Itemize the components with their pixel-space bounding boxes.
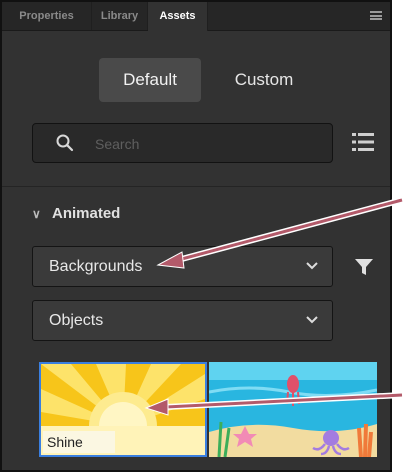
hamburger-menu-icon[interactable]	[370, 11, 382, 20]
subcategory-dropdown[interactable]: Objects	[32, 300, 333, 341]
search-field[interactable]	[32, 123, 333, 163]
tab-library[interactable]: Library	[92, 2, 148, 30]
assets-panel: Properties Library Assets Default Custom…	[0, 0, 392, 472]
filter-icon[interactable]	[354, 257, 374, 277]
asset-thumbnail-shine[interactable]: Shine	[39, 362, 207, 457]
section-divider	[2, 186, 390, 187]
section-title: Animated	[52, 205, 121, 222]
tab-assets[interactable]: Assets	[148, 2, 208, 31]
chevron-down-icon: ∨	[32, 207, 41, 221]
chevron-down-icon	[306, 316, 318, 324]
asset-label: Shine	[43, 431, 115, 453]
subcategory-dropdown-value: Objects	[49, 312, 104, 329]
search-input[interactable]	[93, 132, 317, 156]
asset-thumbnail-underwater[interactable]	[209, 362, 377, 457]
default-toggle-button[interactable]: Default	[99, 58, 201, 102]
panel-tab-bar: Properties Library Assets	[2, 2, 390, 31]
chevron-down-icon	[306, 262, 318, 270]
list-view-icon[interactable]	[351, 131, 375, 153]
underwater-background-image	[209, 362, 377, 457]
animated-section-header[interactable]: ∨ Animated	[32, 204, 120, 224]
category-dropdown[interactable]: Backgrounds	[32, 246, 333, 287]
tab-properties[interactable]: Properties	[2, 2, 92, 30]
custom-toggle-button[interactable]: Custom	[214, 58, 314, 102]
category-dropdown-value: Backgrounds	[49, 258, 143, 275]
search-icon	[56, 134, 74, 152]
